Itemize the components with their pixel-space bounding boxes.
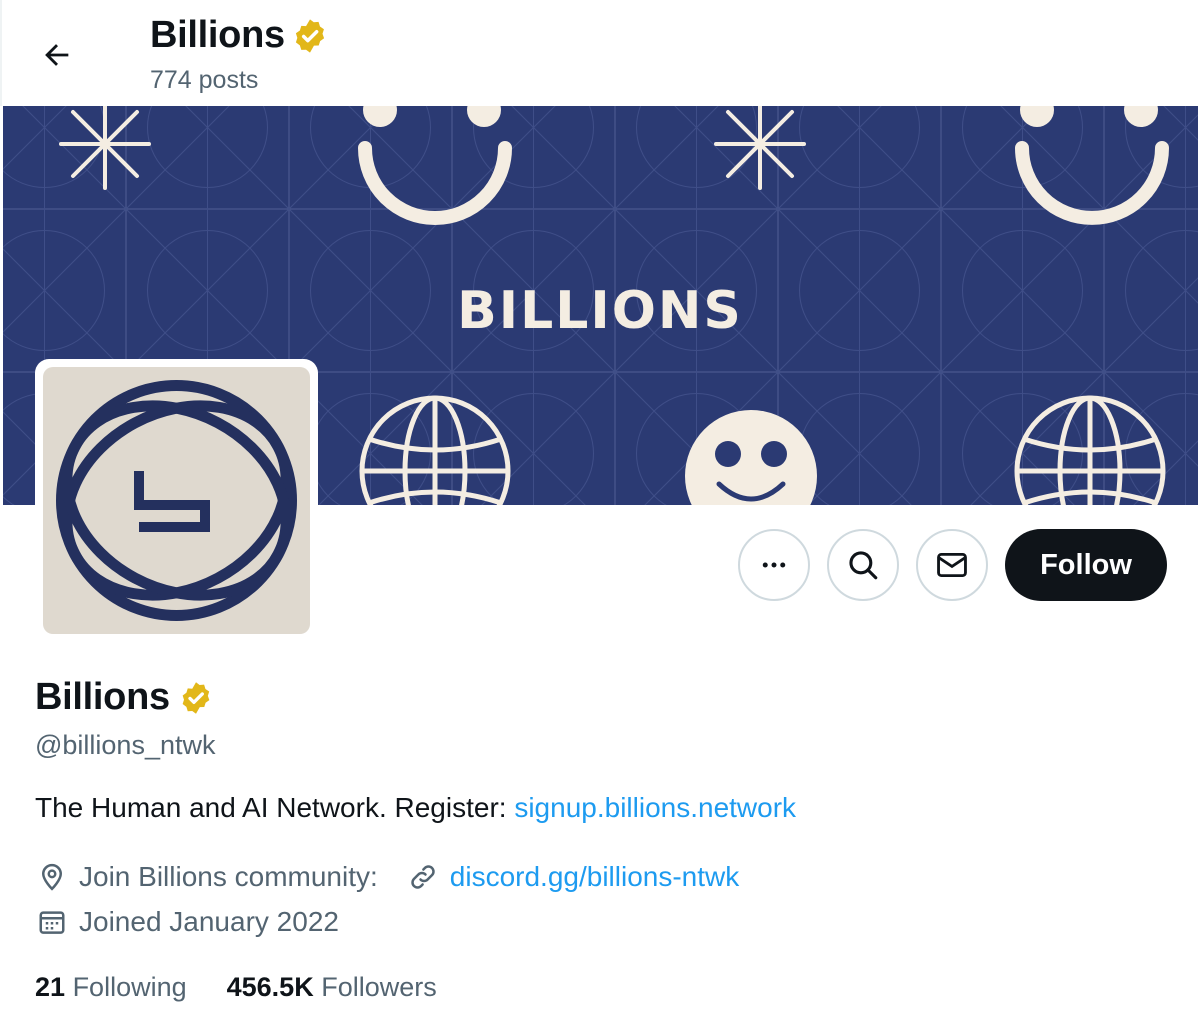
followers-count: 456.5K [226, 972, 314, 1002]
profile-meta-joined: Joined January 2022 [35, 905, 339, 939]
link-icon [406, 860, 440, 894]
profile-header-bar: Billions 774 posts [0, 0, 1198, 106]
bio-text: The Human and AI Network. Register: [35, 792, 515, 823]
back-button[interactable] [30, 28, 84, 82]
profile-actions: Follow [738, 529, 1167, 601]
message-button[interactable] [916, 529, 988, 601]
following-stat[interactable]: 21 Following [35, 972, 187, 1003]
website-link[interactable]: discord.gg/billions-ntwk [450, 861, 739, 893]
followers-stat[interactable]: 456.5K Followers [227, 972, 437, 1003]
search-button[interactable] [827, 529, 899, 601]
avatar-image [43, 367, 310, 634]
more-button[interactable] [738, 529, 810, 601]
user-handle: @billions_ntwk [35, 730, 216, 760]
bio-link[interactable]: signup.billions.network [514, 792, 796, 823]
arrow-left-icon [45, 44, 69, 66]
following-label: Following [72, 972, 187, 1002]
follow-button[interactable]: Follow [1005, 529, 1167, 601]
banner-wordmark: BILLIONS [457, 281, 743, 341]
more-icon [762, 562, 786, 568]
profile-avatar[interactable] [35, 359, 318, 642]
location-pin-icon [35, 860, 69, 894]
display-name: Billions [35, 676, 170, 718]
verified-badge-icon[interactable] [178, 680, 214, 716]
profile-meta-location: Join Billions community: discord.gg/bill… [35, 860, 739, 894]
post-count: 774 posts [150, 66, 259, 94]
search-icon [849, 551, 878, 580]
mail-icon [937, 552, 967, 578]
follow-stats: 21 Following 456.5K Followers [35, 972, 437, 1003]
calendar-icon [35, 905, 69, 939]
joined-date: Joined January 2022 [79, 906, 339, 937]
profile-bio: The Human and AI Network. Register: sign… [35, 792, 796, 824]
location-text: Join Billions community: [79, 861, 378, 892]
verified-badge-icon [295, 18, 324, 53]
profile-name-row: Billions [35, 676, 214, 719]
following-count: 21 [35, 972, 66, 1002]
header-title: Billions [150, 14, 285, 56]
billions-logo [56, 380, 297, 621]
header-title-row: Billions [150, 14, 329, 57]
followers-label: Followers [321, 972, 437, 1002]
